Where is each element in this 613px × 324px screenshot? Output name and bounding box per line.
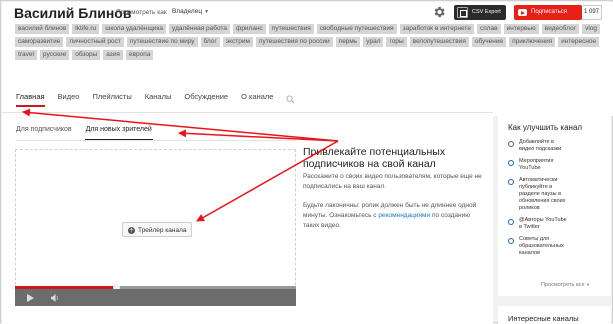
circle-icon — [508, 238, 514, 244]
tip-label: Добавляйте в видео подсказки — [519, 139, 562, 152]
channel-name[interactable]: Василий Блинов — [14, 5, 131, 21]
subscribe-label: Подписаться — [531, 9, 567, 15]
circle-icon — [508, 160, 514, 166]
chevron-down-icon: ▼ — [204, 9, 210, 15]
tag[interactable]: путешествия по россии — [255, 37, 333, 47]
tag[interactable]: travel — [15, 50, 37, 60]
tag[interactable]: путешествия — [268, 24, 314, 34]
panel-title: Интересные каналы — [508, 314, 579, 323]
promo-title: Привлекайте потенциальных подписчиков на… — [303, 146, 446, 170]
featured-channels-panel: Интересные каналы — [498, 306, 611, 324]
view-as-value: Владелец — [172, 8, 203, 15]
chevron-down-icon: ▼ — [586, 282, 591, 287]
tag[interactable]: саморазвитие — [15, 37, 64, 47]
tag[interactable]: фриланс — [232, 24, 266, 34]
channel-tags: василий блинов lktife.ru школа удалёнщик… — [15, 24, 605, 60]
tab-for-subscribers[interactable]: Для подписчиков — [16, 126, 72, 140]
tag[interactable]: урал — [363, 37, 384, 47]
view-as-select[interactable]: Владелец ▼ — [172, 8, 209, 15]
channel-header: Василий Блинов Просмотреть как Владелец ▼… — [2, 2, 613, 116]
window: Василий Блинов Просмотреть как Владелец ▼… — [0, 0, 613, 324]
tag[interactable]: обучение — [471, 37, 507, 47]
tag[interactable]: горы — [386, 37, 407, 47]
circle-icon — [508, 219, 514, 225]
player-controls — [15, 284, 296, 306]
tag[interactable]: василий блинов — [15, 24, 70, 34]
promo-guidelines: Будьте лаконичны: ролик должен быть не д… — [303, 201, 488, 231]
main-panel: Для подписчиков Для новых зрителей + Тре… — [2, 112, 493, 324]
tip-label: Советы для образовательных каналов — [519, 236, 564, 256]
csv-logo-icon — [457, 7, 468, 18]
plus-icon: + — [128, 226, 135, 234]
list-item[interactable]: Добавляйте в видео подсказки — [508, 139, 608, 153]
tab-channels[interactable]: Каналы — [145, 91, 172, 107]
tag[interactable]: блог — [200, 37, 220, 47]
tag[interactable]: азия — [103, 50, 123, 60]
tag[interactable]: интересное — [558, 37, 600, 47]
tip-label: Автоматически публикуйте в разделе паузы… — [519, 177, 566, 211]
audience-tabs: Для подписчиков Для новых зрителей — [16, 126, 166, 140]
tag[interactable]: русские — [39, 50, 70, 60]
tag[interactable]: lktife.ru — [72, 24, 100, 34]
tag[interactable]: личностный рост — [66, 37, 124, 47]
tag[interactable]: интервью — [503, 24, 539, 34]
control-bar — [15, 289, 296, 306]
tag[interactable]: видеоблог — [541, 24, 580, 34]
tag[interactable]: европа — [125, 50, 154, 60]
tag[interactable]: vlog — [582, 24, 600, 34]
tag[interactable]: обзоры — [72, 50, 101, 60]
circle-icon — [508, 179, 514, 185]
tab-home[interactable]: Главная — [16, 91, 45, 107]
channel-trailer-label: Трейлер канала — [138, 226, 187, 234]
tag[interactable]: пермь — [335, 37, 361, 47]
trailer-player: + Трейлер канала — [15, 149, 296, 306]
view-as-label: Просмотреть как — [116, 9, 167, 16]
tag[interactable]: приключения — [509, 37, 556, 47]
tip-label: @Авторы YouTube в Twitter — [519, 217, 567, 230]
list-item[interactable]: Мероприятия YouTube — [508, 158, 608, 172]
list-item[interactable]: Автоматически публикуйте в разделе паузы… — [508, 177, 608, 212]
panel-title: Как улучшить канал — [508, 123, 583, 132]
circle-icon — [508, 141, 514, 147]
subscribe-button[interactable]: Подписаться — [514, 5, 582, 20]
tab-playlists[interactable]: Плейлисты — [92, 91, 131, 107]
channel-trailer-button[interactable]: + Трейлер канала — [122, 222, 192, 237]
play-icon[interactable] — [27, 294, 34, 302]
tab-for-new-viewers[interactable]: Для новых зрителей — [84, 126, 154, 140]
tab-discussion[interactable]: Обсуждение — [184, 91, 228, 107]
guidelines-link[interactable]: рекомендациями — [378, 212, 430, 219]
see-all-link[interactable]: Просмотреть все ▼ — [541, 282, 590, 288]
tips-list: Добавляйте в видео подсказки Мероприятия… — [508, 139, 608, 262]
tag[interactable]: путешествие по миру — [126, 37, 198, 47]
csv-export-label: CSV Export — [472, 9, 501, 15]
tag[interactable]: удалённая работа — [169, 24, 230, 34]
promo-description: Расскажите о своих видео пользователям, … — [303, 173, 482, 190]
search-icon[interactable] — [286, 94, 295, 104]
tab-about[interactable]: О канале — [241, 91, 273, 107]
tag[interactable]: велопутешествия — [409, 37, 469, 47]
tag[interactable]: школа удалёнщика — [102, 24, 167, 34]
subscriber-count: 1 097 — [582, 5, 602, 20]
youtube-logo-icon — [518, 9, 527, 16]
tag[interactable]: экстрим — [222, 37, 253, 47]
divider — [16, 140, 296, 141]
improve-channel-panel: Как улучшить канал Добавляйте в видео по… — [498, 112, 611, 296]
list-item[interactable]: Советы для образовательных каналов — [508, 236, 608, 257]
channel-tabs: Главная Видео Плейлисты Каналы Обсуждени… — [16, 91, 295, 107]
tag[interactable]: свободные путешествия — [316, 24, 397, 34]
see-all-label: Просмотреть все — [541, 282, 585, 288]
gear-icon[interactable] — [432, 5, 446, 19]
tip-label: Мероприятия YouTube — [519, 158, 554, 171]
list-item[interactable]: @Авторы YouTube в Twitter — [508, 217, 608, 231]
tag[interactable]: заработок в интернете — [399, 24, 474, 34]
tab-videos[interactable]: Видео — [58, 91, 80, 107]
csv-export-button[interactable]: CSV Export — [454, 5, 506, 20]
tag[interactable]: сплав — [476, 24, 501, 34]
volume-icon[interactable] — [51, 294, 60, 302]
